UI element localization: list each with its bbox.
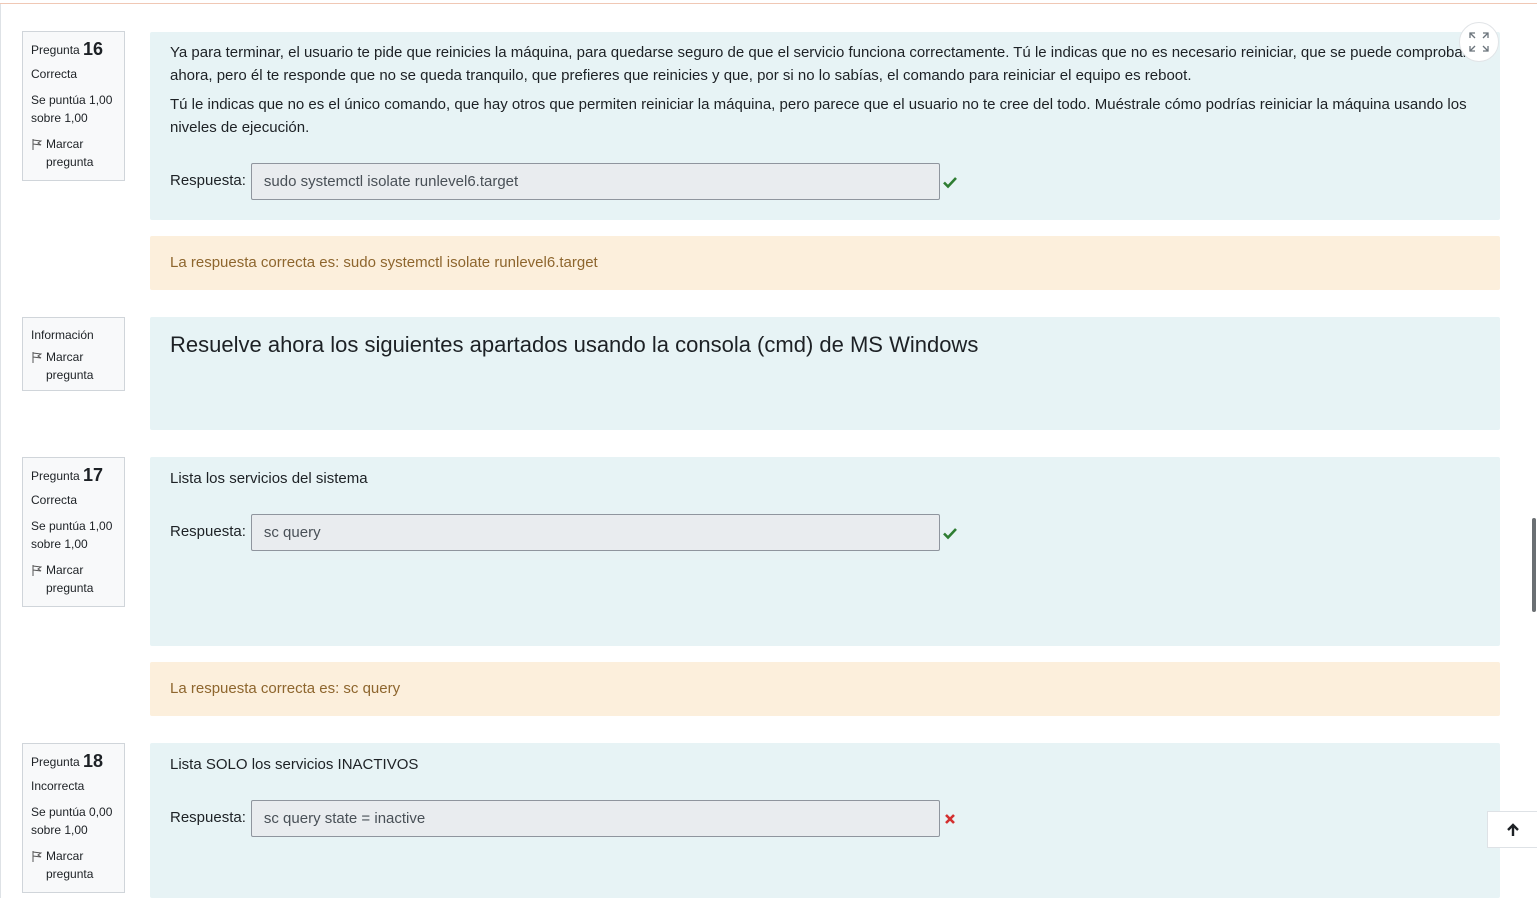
question-state: Correcta [31,67,78,81]
flag-label: Marcar pregunta [46,137,94,169]
question-text-paragraph-1: Ya para terminar, el usuario te pide que… [170,44,1468,84]
flag-icon [32,565,42,576]
info-block-content: Resuelve ahora los siguientes apartados … [150,317,1500,430]
question-text-paragraph-2: Tú le indicas que no es el único comando… [170,96,1467,136]
top-divider [0,0,1537,4]
scrollbar-thumb[interactable] [1532,518,1536,612]
answer-row: Respuesta: sc query [170,514,958,551]
question-content-17: Lista los servicios del sistema Respuest… [150,457,1500,646]
question-info-16: Pregunta 16 Correcta Se puntúa 1,00 sobr… [22,31,125,181]
flag-icon [32,352,42,363]
expand-icon [1469,32,1489,52]
question-content-16: Ya para terminar, el usuario te pide que… [150,32,1500,220]
flag-question-button[interactable]: Marcar pregunta [31,847,116,883]
answer-label: Respuesta: [170,172,246,190]
flag-label: Marcar pregunta [46,849,94,881]
arrow-up-icon [1506,822,1519,836]
answer-field[interactable]: sudo systemctl isolate runlevel6.target [250,163,940,200]
flag-question-button[interactable]: Marcar pregunta [31,348,116,384]
flag-question-button[interactable]: Marcar pregunta [31,561,116,597]
check-icon [942,527,957,539]
question-text: Lista los servicios del sistema [170,470,368,487]
question-content-18: Lista SOLO los servicios INACTIVOS Respu… [150,743,1500,898]
question-info-18: Pregunta 18 Incorrecta Se puntúa 0,00 so… [22,743,125,893]
answer-row: Respuesta: sudo systemctl isolate runlev… [170,163,958,200]
question-info-17: Pregunta 17 Correcta Se puntúa 1,00 sobr… [22,457,125,607]
answer-field[interactable]: sc query [250,514,940,551]
cross-icon [944,813,955,824]
flag-label: Marcar pregunta [46,350,94,382]
question-number: 16 [83,39,104,59]
fullscreen-button[interactable] [1459,22,1499,62]
question-number: 17 [83,465,104,485]
flag-icon [32,139,42,150]
flag-icon [32,851,42,862]
question-prefix: Pregunta [31,755,80,769]
answer-field[interactable]: sc query state = inactive [250,800,940,837]
answer-label: Respuesta: [170,523,246,541]
question-grade: Se puntúa 0,00 sobre 1,00 [31,805,113,837]
question-grade: Se puntúa 1,00 sobre 1,00 [31,93,113,125]
correct-answer-feedback-17: La respuesta correcta es: sc query [150,662,1500,716]
question-prefix: Pregunta [31,469,80,483]
question-state: Correcta [31,493,78,507]
info-heading: Resuelve ahora los siguientes apartados … [170,332,979,357]
info-label: Información [31,328,94,342]
flag-question-button[interactable]: Marcar pregunta [31,135,116,171]
info-block-meta: Información Marcar pregunta [22,317,125,391]
question-number: 18 [83,751,104,771]
back-to-top-button[interactable] [1487,811,1537,848]
question-grade: Se puntúa 1,00 sobre 1,00 [31,519,113,551]
answer-label: Respuesta: [170,809,246,827]
question-text: Lista SOLO los servicios INACTIVOS [170,756,419,773]
question-state: Incorrecta [31,779,85,793]
check-icon [942,176,957,188]
flag-label: Marcar pregunta [46,563,94,595]
question-prefix: Pregunta [31,43,80,57]
answer-row: Respuesta: sc query state = inactive [170,800,958,837]
correct-answer-feedback-16: La respuesta correcta es: sudo systemctl… [150,236,1500,290]
